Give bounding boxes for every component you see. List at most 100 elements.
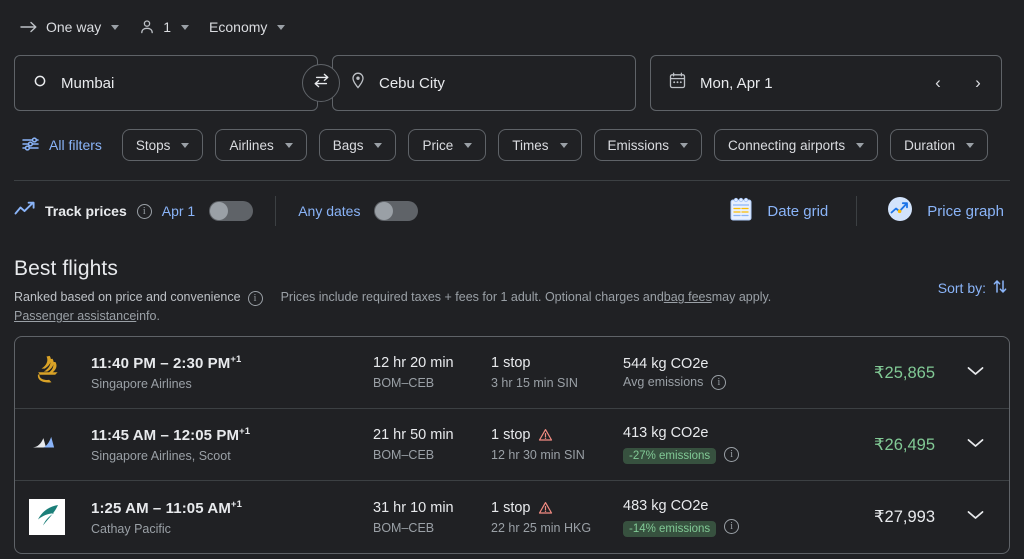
stops-count: 1 stop (491, 427, 623, 443)
chevron-down-icon (464, 142, 473, 148)
view-switchers: Date grid Price graph (721, 190, 1010, 232)
flight-times: 11:45 AM – 12:05 PM+1 (91, 426, 373, 444)
swap-origin-destination-button[interactable] (302, 64, 340, 102)
track-prices-group: Track prices i Apr 1 (14, 201, 254, 222)
page-title: Best flights (14, 257, 118, 280)
filter-chip-connecting-airports[interactable]: Connecting airports (714, 129, 879, 161)
filter-chip-bags[interactable]: Bags (318, 129, 397, 161)
swap-arrows-icon (312, 73, 331, 93)
tune-sliders-icon (22, 136, 39, 155)
filter-chip-airlines[interactable]: Airlines (215, 129, 307, 161)
expand-flight-button[interactable] (947, 364, 1003, 382)
times-text: 11:40 PM – 2:30 PM (91, 355, 231, 372)
chevron-down-icon (111, 24, 120, 30)
origin-value: Mumbai (61, 74, 115, 92)
next-date-button[interactable]: › (965, 70, 991, 96)
chevron-down-icon (559, 142, 568, 148)
toggle-knob (375, 202, 394, 220)
previous-date-button[interactable]: ‹ (925, 70, 951, 96)
filter-chip-stops[interactable]: Stops (121, 129, 204, 161)
flight-times-cell: 11:40 PM – 2:30 PM+1 Singapore Airlines (91, 354, 373, 391)
filter-chip-times[interactable]: Times (498, 129, 582, 161)
stops-text: 1 stop (491, 499, 531, 516)
flight-price: ₹26,495 (874, 435, 935, 454)
duration-cell: 12 hr 20 min BOM–CEB (373, 355, 491, 390)
vertical-divider (856, 196, 858, 226)
stops-count: 1 stop (491, 500, 623, 516)
chevron-down-icon (680, 142, 689, 148)
multi-airline-logo (29, 423, 67, 466)
date-grid-label: Date grid (767, 202, 829, 220)
passenger-assistance-link[interactable]: Passenger assistance (14, 309, 136, 323)
table-row[interactable]: 11:45 AM – 12:05 PM+1 Singapore Airlines… (15, 409, 1009, 481)
cabin-class-selector[interactable]: Economy (203, 13, 295, 41)
any-dates-label[interactable]: Any dates (298, 203, 360, 219)
all-filters-label: All filters (49, 137, 102, 153)
cathay-pacific-logo (29, 499, 65, 535)
emissions-value: 544 kg CO2e (623, 355, 709, 372)
trip-type-selector[interactable]: One way (14, 13, 129, 41)
filter-chip-label: Price (422, 137, 454, 153)
price-graph-icon (885, 194, 915, 228)
best-flights-subtext: Ranked based on price and convenience i … (14, 290, 1010, 306)
chevron-down-icon (181, 24, 190, 30)
sort-by-button[interactable]: Sort by: (938, 278, 1008, 298)
singapore-airlines-logo (29, 351, 67, 394)
sort-arrows-icon (992, 278, 1008, 298)
passenger-assistance-suffix: info. (136, 309, 160, 323)
warning-triangle-icon (538, 428, 553, 442)
flight-search-page: One way 1 Economy Mumbai Cebu City Mon, … (0, 0, 1024, 559)
info-icon[interactable]: i (724, 519, 740, 534)
origin-field[interactable]: Mumbai (14, 55, 318, 111)
airline-name: Singapore Airlines (91, 377, 192, 391)
all-filters-button[interactable]: All filters (14, 130, 110, 161)
table-row[interactable]: 11:40 PM – 2:30 PM+1 Singapore Airlines … (15, 337, 1009, 409)
flight-price: ₹25,865 (874, 363, 935, 382)
info-icon[interactable]: i (247, 291, 263, 306)
bag-fees-link[interactable]: bag fees (664, 290, 712, 304)
chevron-down-icon (181, 142, 190, 148)
track-prices-label: Track prices (45, 203, 127, 219)
filter-chip-price[interactable]: Price (408, 129, 487, 161)
filter-chip-label: Emissions (607, 137, 670, 153)
destination-field[interactable]: Cebu City (332, 55, 636, 111)
emissions-value: 483 kg CO2e (623, 497, 709, 514)
expand-flight-button[interactable] (947, 436, 1003, 454)
price-cell: ₹27,993 (827, 507, 947, 527)
emissions-detail-row: -27% emissions i (623, 444, 827, 464)
price-graph-button[interactable]: Price graph (879, 190, 1010, 232)
toggle-knob (210, 202, 229, 220)
expand-flight-button[interactable] (947, 508, 1003, 526)
airline-name: Cathay Pacific (91, 521, 171, 536)
cabin-class-label: Economy (209, 19, 268, 35)
day-offset: +1 (239, 426, 251, 437)
info-icon[interactable]: i (711, 374, 727, 390)
date-navigation: ‹ › (925, 70, 991, 96)
date-grid-button[interactable]: Date grid (721, 191, 834, 231)
vertical-divider (275, 196, 277, 226)
stops-count: 1 stop (491, 355, 623, 371)
track-date-label[interactable]: Apr 1 (162, 203, 195, 219)
track-prices-toggle[interactable] (209, 201, 254, 221)
chevron-down-icon (966, 508, 985, 526)
departure-date-field[interactable]: Mon, Apr 1 ‹ › (650, 55, 1002, 111)
emissions-detail-row: -14% emissions i (623, 517, 827, 537)
layover-detail: 12 hr 30 min SIN (491, 448, 585, 462)
emissions-note: Avg emissions (623, 375, 704, 389)
table-row[interactable]: 1:25 AM – 11:05 AM+1 Cathay Pacific 31 h… (15, 481, 1009, 553)
price-graph-label: Price graph (927, 202, 1004, 220)
passengers-count: 1 (163, 19, 172, 35)
filter-chip-emissions[interactable]: Emissions (593, 129, 703, 161)
may-apply-text: may apply. (711, 290, 772, 304)
any-dates-toggle[interactable] (374, 201, 419, 221)
flight-duration: 21 hr 50 min (373, 427, 454, 443)
flight-times-cell: 11:45 AM – 12:05 PM+1 Singapore Airlines… (91, 426, 373, 463)
info-icon[interactable]: i (136, 203, 152, 219)
passengers-selector[interactable]: 1 (133, 13, 199, 41)
flight-times-cell: 1:25 AM – 11:05 AM+1 Cathay Pacific (91, 499, 373, 536)
price-cell: ₹25,865 (827, 363, 947, 383)
info-icon[interactable]: i (724, 446, 740, 462)
filter-chip-duration[interactable]: Duration (890, 129, 989, 161)
calendar-grid-icon (727, 195, 755, 227)
airline-logo-cell (29, 351, 91, 394)
